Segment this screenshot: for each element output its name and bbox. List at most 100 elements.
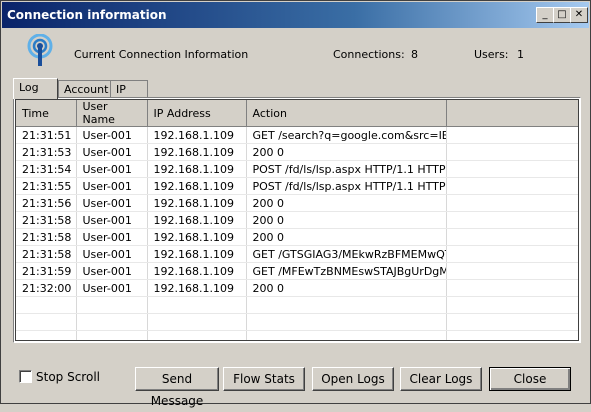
table-cell: 21:31:54: [16, 160, 77, 178]
table-cell: 21:32:00: [16, 279, 77, 297]
column-header-ip-address[interactable]: IP Address: [147, 100, 247, 127]
footer-bar: Stop Scroll Send Message Flow Stats Open…: [1, 351, 590, 408]
table-cell: GET /search?q=google.com&src=IE-...: [246, 126, 447, 144]
table-row[interactable]: 21:31:56 User-001 192.168.1.109 200 0: [16, 194, 578, 212]
table-cell: 21:31:56: [16, 194, 77, 212]
tab-ip[interactable]: IP: [110, 80, 148, 98]
table-cell: [446, 211, 578, 229]
table-cell: 192.168.1.109: [147, 279, 247, 297]
clear-logs-button[interactable]: Clear Logs: [400, 367, 482, 391]
table-cell: 192.168.1.109: [147, 262, 247, 280]
table-cell: User-001: [76, 143, 148, 161]
table-cell: User-001: [76, 211, 148, 229]
table-header-row: Time User Name IP Address Action: [16, 100, 578, 127]
table-cell: POST /fd/ls/lsp.aspx HTTP/1.1 HTTP: [246, 177, 447, 195]
table-cell: 200 0: [246, 194, 447, 212]
wifi-signal-icon: [27, 34, 53, 66]
table-cell: [16, 313, 77, 331]
table-cell: 21:31:58: [16, 245, 77, 263]
column-header-time[interactable]: Time: [16, 100, 77, 127]
connection-window: Connection information _ □ ✕ Current Con…: [0, 0, 591, 408]
send-message-button[interactable]: Send Message: [135, 367, 219, 408]
table-cell: 21:31:51: [16, 126, 77, 144]
table-cell: 21:31:59: [16, 262, 77, 280]
tab-log-label: Log: [19, 81, 39, 94]
table-cell: [76, 313, 148, 331]
title-bar[interactable]: Connection information _ □ ✕: [2, 2, 589, 28]
tab-account[interactable]: Account: [58, 80, 112, 98]
table-cell: 21:31:58: [16, 228, 77, 246]
table-cell: [446, 262, 578, 280]
table-cell: [446, 143, 578, 161]
table-cell: 192.168.1.109: [147, 194, 247, 212]
table-cell: POST /fd/ls/lsp.aspx HTTP/1.1 HTTP: [246, 160, 447, 178]
table-cell: User-001: [76, 194, 148, 212]
stop-scroll-label[interactable]: Stop Scroll: [36, 370, 100, 384]
table-cell: [246, 330, 447, 340]
log-table-body: 21:31:51 User-001 192.168.1.109 GET /search…: [16, 126, 578, 340]
table-row[interactable]: 21:31:54 User-001 192.168.1.109 POST /fd/ls…: [16, 160, 578, 178]
table-cell: [76, 330, 148, 340]
table-cell: [147, 313, 247, 331]
table-cell: 192.168.1.109: [147, 245, 247, 263]
table-cell: User-001: [76, 177, 148, 195]
table-cell: 192.168.1.109: [147, 177, 247, 195]
table-cell: [246, 296, 447, 314]
table-row[interactable]: 21:31:53 User-001 192.168.1.109 200 0: [16, 143, 578, 161]
table-cell: 200 0: [246, 279, 447, 297]
table-cell: 192.168.1.109: [147, 126, 247, 144]
column-header-user-name[interactable]: User Name: [76, 100, 148, 127]
table-cell: [446, 194, 578, 212]
table-row[interactable]: 21:31:59 User-001 192.168.1.109 GET /MFEwTz…: [16, 262, 578, 280]
empty-table-row[interactable]: [16, 296, 578, 314]
table-cell: 192.168.1.109: [147, 143, 247, 161]
table-cell: User-001: [76, 245, 148, 263]
table-cell: [446, 160, 578, 178]
column-header-empty: [446, 100, 578, 127]
maximize-button[interactable]: □: [553, 7, 571, 23]
empty-table-row[interactable]: [16, 313, 578, 331]
empty-table-row[interactable]: [16, 330, 578, 340]
table-cell: [446, 126, 578, 144]
table-cell: GET /MFEwTzBNMEswSTAJBgUrDgM...: [246, 262, 447, 280]
table-cell: 200 0: [246, 211, 447, 229]
tab-account-label: Account: [64, 83, 109, 96]
close-window-button[interactable]: ✕: [570, 7, 588, 23]
connections-label: Connections:: [333, 48, 405, 61]
table-cell: [246, 313, 447, 331]
table-row[interactable]: 21:31:55 User-001 192.168.1.109 POST /fd/ls…: [16, 177, 578, 195]
table-row[interactable]: 21:31:58 User-001 192.168.1.109 GET /GTSGIA…: [16, 245, 578, 263]
table-cell: 21:31:53: [16, 143, 77, 161]
table-row[interactable]: 21:31:51 User-001 192.168.1.109 GET /search…: [16, 126, 578, 144]
stop-scroll-checkbox[interactable]: [19, 370, 32, 383]
table-cell: User-001: [76, 160, 148, 178]
table-cell: 21:31:58: [16, 211, 77, 229]
table-cell: 200 0: [246, 143, 447, 161]
table-cell: User-001: [76, 126, 148, 144]
users-count: 1: [517, 48, 524, 61]
flow-stats-button[interactable]: Flow Stats: [223, 367, 305, 391]
table-cell: [16, 296, 77, 314]
connections-count: 8: [411, 48, 418, 61]
log-table-container[interactable]: Time User Name IP Address Action 21:31:5…: [15, 99, 579, 341]
column-header-action[interactable]: Action: [246, 100, 447, 127]
tab-log[interactable]: Log: [13, 78, 58, 99]
table-row[interactable]: 21:31:58 User-001 192.168.1.109 200 0: [16, 228, 578, 246]
table-row[interactable]: 21:32:00 User-001 192.168.1.109 200 0: [16, 279, 578, 297]
open-logs-button[interactable]: Open Logs: [312, 367, 394, 391]
table-cell: [76, 296, 148, 314]
table-cell: 192.168.1.109: [147, 228, 247, 246]
table-cell: [147, 330, 247, 340]
minimize-button[interactable]: _: [536, 7, 554, 23]
table-cell: 21:31:55: [16, 177, 77, 195]
table-cell: [446, 330, 578, 340]
table-cell: 192.168.1.109: [147, 160, 247, 178]
log-table: Time User Name IP Address Action 21:31:5…: [16, 100, 578, 340]
table-row[interactable]: 21:31:58 User-001 192.168.1.109 200 0: [16, 211, 578, 229]
tab-ip-label: IP: [116, 83, 126, 96]
log-panel: Time User Name IP Address Action 21:31:5…: [13, 97, 581, 343]
table-cell: 200 0: [246, 228, 447, 246]
table-cell: [446, 296, 578, 314]
table-cell: [446, 313, 578, 331]
close-button[interactable]: Close: [489, 367, 571, 391]
